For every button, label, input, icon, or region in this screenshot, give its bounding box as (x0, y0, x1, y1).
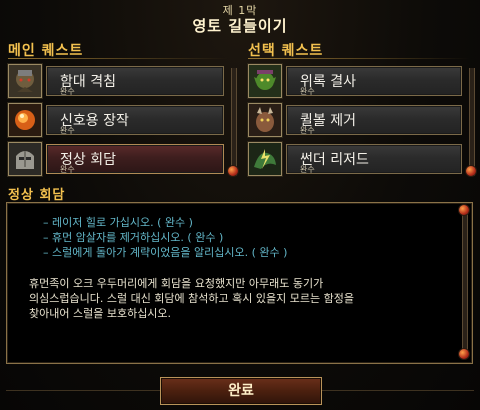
complete-button[interactable]: 완료 (160, 377, 322, 405)
fire-orb-icon (8, 103, 42, 137)
optional-quests-scrollbar[interactable] (466, 62, 476, 182)
main-quest-item-3[interactable]: 정상 회담 완수 (8, 140, 224, 180)
detail-scrollbar[interactable] (459, 205, 469, 359)
objective-list: – 레이저 힐로 가십시오. ( 완수 ) – 휴먼 암살자를 제거하십시오. … (43, 215, 287, 260)
optional-quest-button-3[interactable]: 썬더 리저드 완수 (286, 144, 462, 174)
optional-quests-divider (248, 58, 470, 59)
objective-item: – 스럴에게 돌아가 계략이었음을 알리십시오. ( 완수 ) (43, 246, 288, 259)
thunder-lizard-icon (248, 142, 282, 176)
quest-status: 완수 (300, 87, 315, 96)
main-quest-button-1[interactable]: 함대 격침 완수 (46, 66, 224, 96)
quest-status: 완수 (60, 126, 75, 135)
optional-quest-button-1[interactable]: 위록 결사 완수 (286, 66, 462, 96)
main-quest-item-2[interactable]: 신호용 장작 완수 (8, 101, 224, 141)
quest-status: 완수 (60, 165, 75, 174)
quest-log-window: 제 1막 영토 길들이기 메인 퀘스트 함대 격침 완수 신호용 장작 완수 정… (0, 0, 480, 410)
scroll-track (469, 68, 475, 176)
main-quests-scrollbar[interactable] (228, 62, 238, 182)
beast-icon (248, 103, 282, 137)
main-quest-button-3[interactable]: 정상 회담 완수 (46, 144, 224, 174)
scroll-up-thumb[interactable] (459, 205, 469, 215)
page-title: 영토 길들이기 (192, 17, 288, 35)
optional-quest-button-2[interactable]: 퀼볼 제거 완수 (286, 105, 462, 135)
optional-quest-item-3[interactable]: 썬더 리저드 완수 (248, 140, 462, 180)
goblin-icon (248, 64, 282, 98)
objective-text: 스럴에게 돌아가 계략이었음을 알리십시오. ( 완수 ) (52, 246, 288, 259)
scroll-thumb[interactable] (466, 166, 476, 176)
main-quest-button-2[interactable]: 신호용 장작 완수 (46, 105, 224, 135)
objective-item: – 레이저 힐로 가십시오. ( 완수 ) (43, 216, 193, 229)
main-quests-divider (8, 58, 228, 59)
quest-status: 완수 (60, 87, 75, 96)
scroll-thumb[interactable] (228, 166, 238, 176)
optional-quests-title: 선택 퀘스트 (248, 43, 324, 59)
objective-text: 레이저 힐로 가십시오. ( 완수 ) (52, 216, 193, 229)
objective-text: 휴먼 암살자를 제거하십시오. ( 완수 ) (52, 231, 224, 244)
quest-status: 완수 (300, 165, 315, 174)
quest-description: 휴먼족이 오크 우두머리에게 회담을 요청했지만 아무래도 동기가 의심스럽습니… (29, 277, 354, 320)
main-quests-title: 메인 퀘스트 (8, 43, 84, 59)
knight-helmet-icon (8, 142, 42, 176)
optional-quest-item-2[interactable]: 퀼볼 제거 완수 (248, 101, 462, 141)
quest-detail-panel: – 레이저 힐로 가십시오. ( 완수 ) – 휴먼 암살자를 제거하십시오. … (6, 202, 473, 364)
scroll-track (231, 68, 237, 176)
optional-quest-item-1[interactable]: 위록 결사 완수 (248, 62, 462, 102)
main-quest-item-1[interactable]: 함대 격침 완수 (8, 62, 224, 102)
orc-warrior-icon (8, 64, 42, 98)
objective-item: – 휴먼 암살자를 제거하십시오. ( 완수 ) (43, 231, 224, 244)
quest-status: 완수 (300, 126, 315, 135)
scroll-track (462, 211, 468, 353)
header: 제 1막 영토 길들이기 (0, 0, 480, 38)
scroll-down-thumb[interactable] (459, 349, 469, 359)
detail-title: 정상 회담 (8, 188, 66, 203)
